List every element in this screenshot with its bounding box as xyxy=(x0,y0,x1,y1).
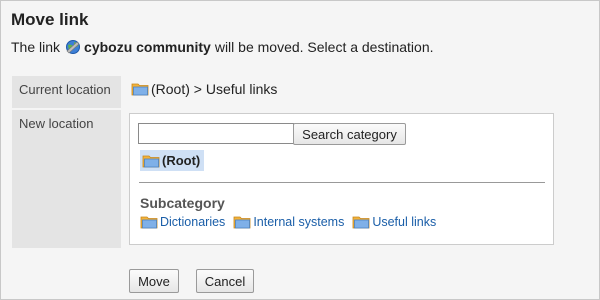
subcategory-label: Internal systems xyxy=(253,215,345,229)
subcategory-list: Dictionaries Internal systems Useful lin… xyxy=(140,215,444,229)
folder-icon xyxy=(142,155,160,167)
folder-icon xyxy=(233,216,251,229)
subcategory-dictionaries[interactable]: Dictionaries xyxy=(140,215,225,229)
description: The link cybozu community will be moved.… xyxy=(11,39,434,55)
move-button[interactable]: Move xyxy=(129,269,179,293)
move-link-dialog: Move link The link cybozu community will… xyxy=(0,0,600,300)
divider xyxy=(139,182,545,183)
category-search-input[interactable] xyxy=(138,123,294,144)
page-title: Move link xyxy=(11,10,89,29)
cancel-button[interactable]: Cancel xyxy=(196,269,254,293)
current-location-value: (Root) > Useful links xyxy=(131,81,277,97)
subcategory-internal-systems[interactable]: Internal systems xyxy=(233,215,344,229)
subcategory-useful-links[interactable]: Useful links xyxy=(352,215,436,229)
search-category-button[interactable]: Search category xyxy=(293,123,406,145)
globe-link-icon xyxy=(66,40,81,54)
current-location-path: (Root) > Useful links xyxy=(151,81,278,97)
category-selector-panel: Search category (Root) Subcategory Dicti… xyxy=(129,113,554,245)
folder-icon xyxy=(140,216,158,229)
description-suffix: will be moved. Select a destination. xyxy=(214,39,434,55)
subcategory-label: Dictionaries xyxy=(160,215,226,229)
folder-icon xyxy=(131,83,149,96)
current-location-label: Current location xyxy=(12,76,121,108)
folder-icon xyxy=(352,216,370,229)
subcategory-heading: Subcategory xyxy=(140,195,225,211)
description-prefix: The link xyxy=(11,39,61,55)
new-location-label: New location xyxy=(12,110,121,248)
subcategory-label: Useful links xyxy=(372,215,437,229)
selected-root-category[interactable]: (Root) xyxy=(140,150,205,171)
link-name: cybozu community xyxy=(84,39,211,55)
selected-category-label: (Root) xyxy=(162,153,201,168)
